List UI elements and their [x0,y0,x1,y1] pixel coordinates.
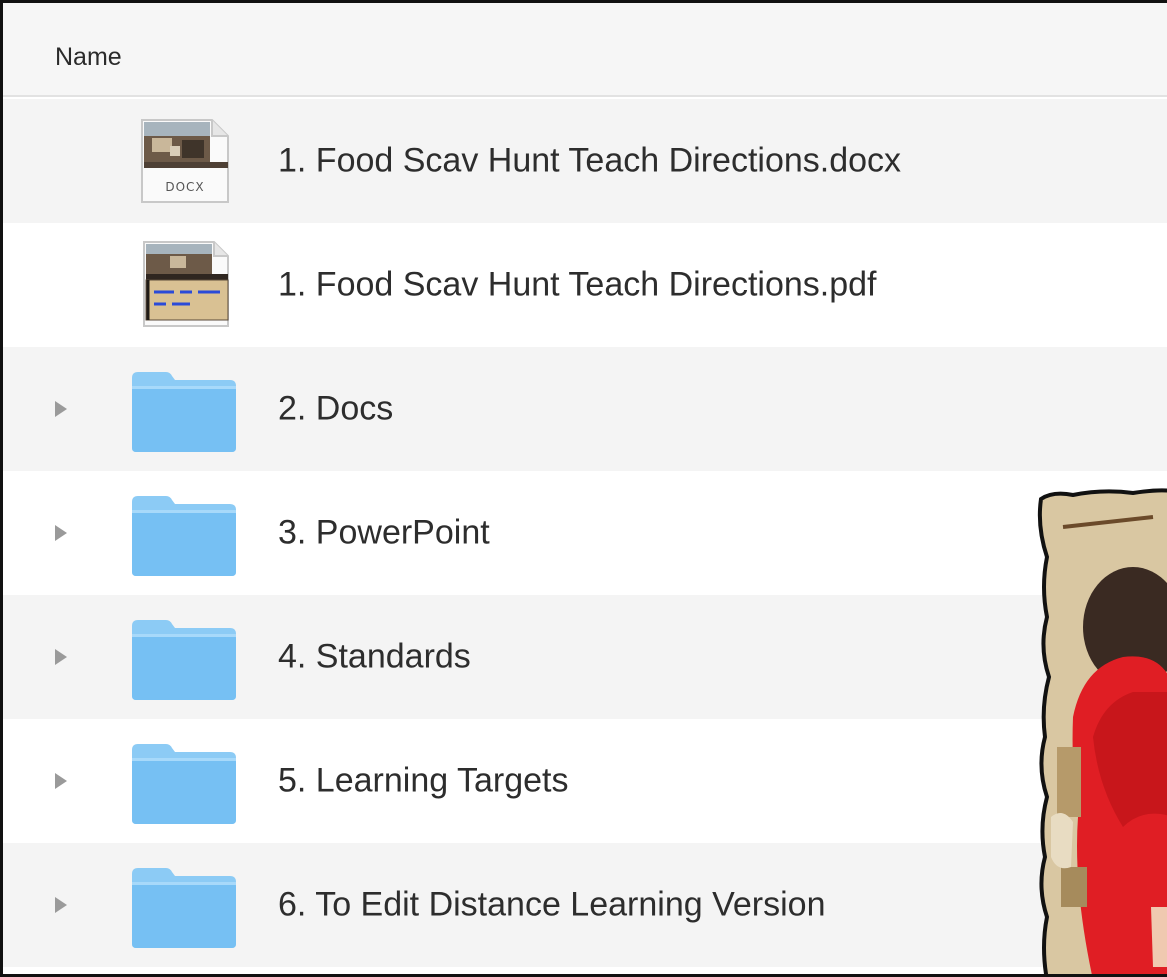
file-row-docx[interactable]: DOCX 1. Food Scav Hunt Teach Directions.… [3,99,1167,223]
folder-icon [130,364,240,454]
folder-row-distance-learning[interactable]: 6. To Edit Distance Learning Version [3,843,1167,967]
file-name: 4. Standards [278,637,471,676]
painting-photo [1033,487,1167,974]
disclosure-triangle-icon[interactable] [55,773,67,789]
name-column-header[interactable]: Name [55,43,122,72]
disclosure-triangle-icon[interactable] [55,649,67,665]
folder-icon [130,736,240,826]
disclosure-triangle-icon[interactable] [55,525,67,541]
file-name: 3. PowerPoint [278,513,490,552]
file-list: DOCX 1. Food Scav Hunt Teach Directions.… [3,99,1167,967]
finder-list-view: Name DOCX 1. Food Scav Hunt Teach Direct… [0,0,1167,977]
file-name: 1. Food Scav Hunt Teach Directions.docx [278,141,902,180]
file-name: 6. To Edit Distance Learning Version [278,885,826,924]
file-name: 2. Docs [278,389,394,428]
file-row-pdf[interactable]: 1. Food Scav Hunt Teach Directions.pdf [3,223,1167,347]
column-header[interactable]: Name [3,3,1167,97]
file-name: 1. Food Scav Hunt Teach Directions.pdf [278,265,877,304]
folder-icon [130,860,240,950]
folder-row-powerpoint[interactable]: 3. PowerPoint [3,471,1167,595]
pdf-file-icon [130,240,240,330]
folder-row-standards[interactable]: 4. Standards [3,595,1167,719]
folder-icon [130,612,240,702]
docx-file-icon: DOCX [130,116,240,206]
disclosure-triangle-icon[interactable] [55,401,67,417]
svg-text:DOCX: DOCX [165,180,204,194]
disclosure-triangle-icon[interactable] [55,897,67,913]
folder-row-docs[interactable]: 2. Docs [3,347,1167,471]
folder-icon [130,488,240,578]
file-name: 5. Learning Targets [278,761,569,800]
folder-row-learning-targets[interactable]: 5. Learning Targets [3,719,1167,843]
